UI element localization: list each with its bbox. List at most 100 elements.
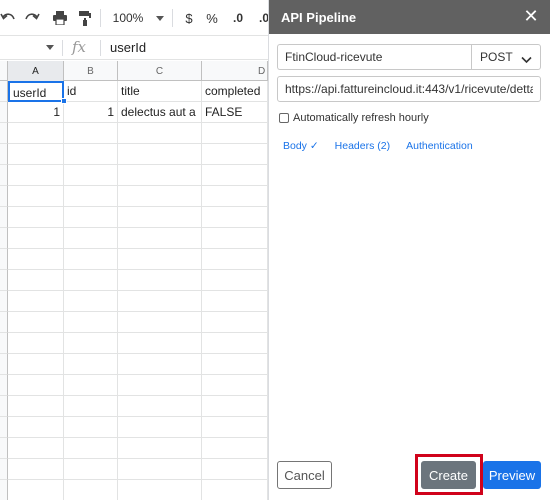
- row-header[interactable]: [0, 228, 8, 249]
- column-header-b[interactable]: B: [64, 61, 118, 81]
- empty-cell[interactable]: [64, 312, 118, 333]
- tab-authentication[interactable]: Authentication: [406, 140, 473, 152]
- cancel-button[interactable]: Cancel: [277, 461, 332, 489]
- empty-cell[interactable]: [8, 270, 64, 291]
- empty-cell[interactable]: [64, 186, 118, 207]
- empty-cell[interactable]: [64, 207, 118, 228]
- empty-cell[interactable]: [64, 375, 118, 396]
- fill-handle[interactable]: [61, 98, 67, 104]
- empty-cell[interactable]: [8, 312, 64, 333]
- empty-cell[interactable]: [8, 123, 64, 144]
- empty-cell[interactable]: [64, 291, 118, 312]
- close-icon[interactable]: ✕: [523, 7, 539, 25]
- empty-cell[interactable]: [118, 165, 202, 186]
- decrease-decimal-button[interactable]: .0: [230, 8, 246, 28]
- empty-cell[interactable]: [202, 459, 268, 480]
- empty-cell[interactable]: [64, 228, 118, 249]
- column-header-d[interactable]: D: [202, 61, 268, 81]
- empty-cell[interactable]: [118, 270, 202, 291]
- empty-cell[interactable]: [118, 480, 202, 500]
- row-header[interactable]: [0, 270, 8, 291]
- empty-cell[interactable]: [202, 123, 268, 144]
- row-header[interactable]: [0, 417, 8, 438]
- data-cell[interactable]: 1: [8, 102, 64, 123]
- header-cell[interactable]: id: [64, 81, 118, 102]
- empty-cell[interactable]: [202, 480, 268, 500]
- column-header-a[interactable]: A: [8, 61, 64, 81]
- row-header[interactable]: [0, 354, 8, 375]
- tab-headers[interactable]: Headers (2): [335, 140, 390, 152]
- empty-cell[interactable]: [118, 333, 202, 354]
- data-cell[interactable]: 1: [64, 102, 118, 123]
- row-header[interactable]: [0, 291, 8, 312]
- empty-cell[interactable]: [64, 480, 118, 500]
- print-icon[interactable]: [52, 8, 68, 28]
- undo-icon[interactable]: [0, 8, 16, 28]
- row-header[interactable]: [0, 102, 8, 123]
- empty-cell[interactable]: [64, 144, 118, 165]
- empty-cell[interactable]: [8, 333, 64, 354]
- empty-cell[interactable]: [8, 291, 64, 312]
- row-header[interactable]: [0, 333, 8, 354]
- formula-input[interactable]: userId: [110, 40, 146, 55]
- header-cell[interactable]: userId: [8, 81, 64, 102]
- empty-cell[interactable]: [8, 417, 64, 438]
- empty-cell[interactable]: [118, 375, 202, 396]
- tab-body[interactable]: Body ✓: [283, 140, 319, 152]
- empty-cell[interactable]: [202, 270, 268, 291]
- empty-cell[interactable]: [118, 354, 202, 375]
- empty-cell[interactable]: [64, 438, 118, 459]
- empty-cell[interactable]: [118, 186, 202, 207]
- empty-cell[interactable]: [118, 123, 202, 144]
- empty-cell[interactable]: [8, 438, 64, 459]
- empty-cell[interactable]: [8, 375, 64, 396]
- empty-cell[interactable]: [202, 165, 268, 186]
- header-cell[interactable]: completed: [202, 81, 268, 102]
- empty-cell[interactable]: [8, 144, 64, 165]
- url-input[interactable]: [277, 76, 541, 102]
- empty-cell[interactable]: [202, 333, 268, 354]
- row-header[interactable]: [0, 396, 8, 417]
- request-name-input[interactable]: [277, 44, 471, 70]
- empty-cell[interactable]: [64, 333, 118, 354]
- empty-cell[interactable]: [202, 354, 268, 375]
- empty-cell[interactable]: [118, 144, 202, 165]
- empty-cell[interactable]: [64, 249, 118, 270]
- empty-cell[interactable]: [202, 438, 268, 459]
- empty-cell[interactable]: [8, 186, 64, 207]
- currency-format-button[interactable]: $: [182, 8, 196, 28]
- sheet-grid[interactable]: A B C D userId id title completed 1 1 delectus…: [0, 61, 268, 500]
- empty-cell[interactable]: [202, 396, 268, 417]
- empty-cell[interactable]: [202, 249, 268, 270]
- preview-button[interactable]: Preview: [483, 461, 541, 489]
- create-button[interactable]: Create: [421, 461, 476, 489]
- empty-cell[interactable]: [64, 270, 118, 291]
- row-header[interactable]: [0, 249, 8, 270]
- data-cell[interactable]: delectus aut a: [118, 102, 202, 123]
- row-header[interactable]: [0, 375, 8, 396]
- empty-cell[interactable]: [202, 228, 268, 249]
- percent-format-button[interactable]: %: [205, 8, 219, 28]
- empty-cell[interactable]: [8, 249, 64, 270]
- row-header[interactable]: [0, 123, 8, 144]
- empty-cell[interactable]: [64, 396, 118, 417]
- empty-cell[interactable]: [8, 480, 64, 500]
- row-header[interactable]: [0, 186, 8, 207]
- namebox-chevron-down-icon[interactable]: [46, 42, 54, 52]
- row-header[interactable]: [0, 438, 8, 459]
- empty-cell[interactable]: [64, 417, 118, 438]
- empty-cell[interactable]: [8, 207, 64, 228]
- header-cell[interactable]: title: [118, 81, 202, 102]
- empty-cell[interactable]: [8, 228, 64, 249]
- empty-cell[interactable]: [202, 207, 268, 228]
- empty-cell[interactable]: [8, 396, 64, 417]
- empty-cell[interactable]: [118, 438, 202, 459]
- empty-cell[interactable]: [118, 459, 202, 480]
- empty-cell[interactable]: [118, 228, 202, 249]
- paint-format-icon[interactable]: [78, 8, 92, 28]
- empty-cell[interactable]: [118, 396, 202, 417]
- http-method-select[interactable]: POST: [471, 44, 541, 70]
- zoom-select[interactable]: 100%: [108, 8, 148, 28]
- empty-cell[interactable]: [64, 354, 118, 375]
- row-header[interactable]: [0, 312, 8, 333]
